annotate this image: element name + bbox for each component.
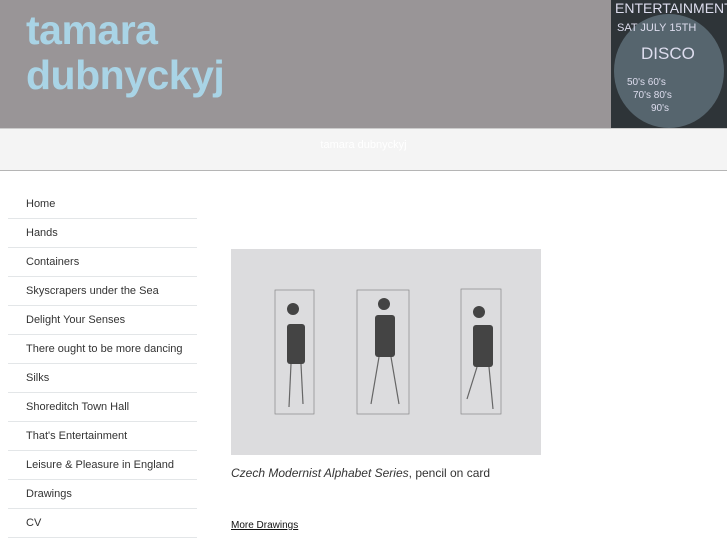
more-drawings-link[interactable]: More Drawings bbox=[231, 520, 298, 531]
nav-item-home[interactable]: Home bbox=[8, 190, 197, 219]
nav-item-leisure[interactable]: Leisure & Pleasure in England bbox=[8, 451, 197, 480]
banner-text: 70's 80's bbox=[633, 90, 672, 101]
nav-item-dancing[interactable]: There ought to be more dancing bbox=[8, 335, 197, 364]
nav-item-silks[interactable]: Silks bbox=[8, 364, 197, 393]
artwork-caption: Czech Modernist Alphabet Series, pencil … bbox=[231, 466, 490, 480]
nav-item-entertainment[interactable]: That's Entertainment bbox=[8, 422, 197, 451]
site-name: tamara dubnyckyj bbox=[320, 139, 407, 151]
nav-item-delight[interactable]: Delight Your Senses bbox=[8, 306, 197, 335]
banner-text: 90's bbox=[651, 103, 670, 114]
nav-item-hands[interactable]: Hands bbox=[8, 219, 197, 248]
logo-line-1: tamara bbox=[26, 7, 158, 53]
site-name-bar: tamara dubnyckyj bbox=[0, 128, 727, 171]
site-logo[interactable]: tamara dubnyckyj bbox=[26, 7, 225, 98]
nav-item-containers[interactable]: Containers bbox=[8, 248, 197, 277]
sidebar-nav: Home Hands Containers Skyscrapers under … bbox=[8, 190, 197, 538]
caption-title: Czech Modernist Alphabet Series bbox=[231, 466, 409, 480]
nav-item-skyscrapers[interactable]: Skyscrapers under the Sea bbox=[8, 277, 197, 306]
logo-line-2: dubnyckyj bbox=[26, 52, 225, 98]
site-header: tamara dubnyckyj ENTERTAINMENT SAT JULY 1… bbox=[0, 0, 727, 128]
banner-text: SAT JULY 15TH bbox=[617, 22, 697, 34]
banner-text: DISCO bbox=[641, 44, 695, 63]
nav-item-cv[interactable]: CV bbox=[8, 509, 197, 538]
caption-medium: , pencil on card bbox=[408, 466, 491, 480]
banner-text: ENTERTAINMENT bbox=[615, 0, 727, 16]
artwork-image bbox=[231, 249, 541, 455]
banner-image-chalkboard: ENTERTAINMENT SAT JULY 15TH DISCO 50's 6… bbox=[611, 0, 727, 128]
nav-item-drawings[interactable]: Drawings bbox=[8, 480, 197, 509]
nav-item-shoreditch[interactable]: Shoreditch Town Hall bbox=[8, 393, 197, 422]
banner-text: 50's 60's bbox=[627, 77, 666, 88]
